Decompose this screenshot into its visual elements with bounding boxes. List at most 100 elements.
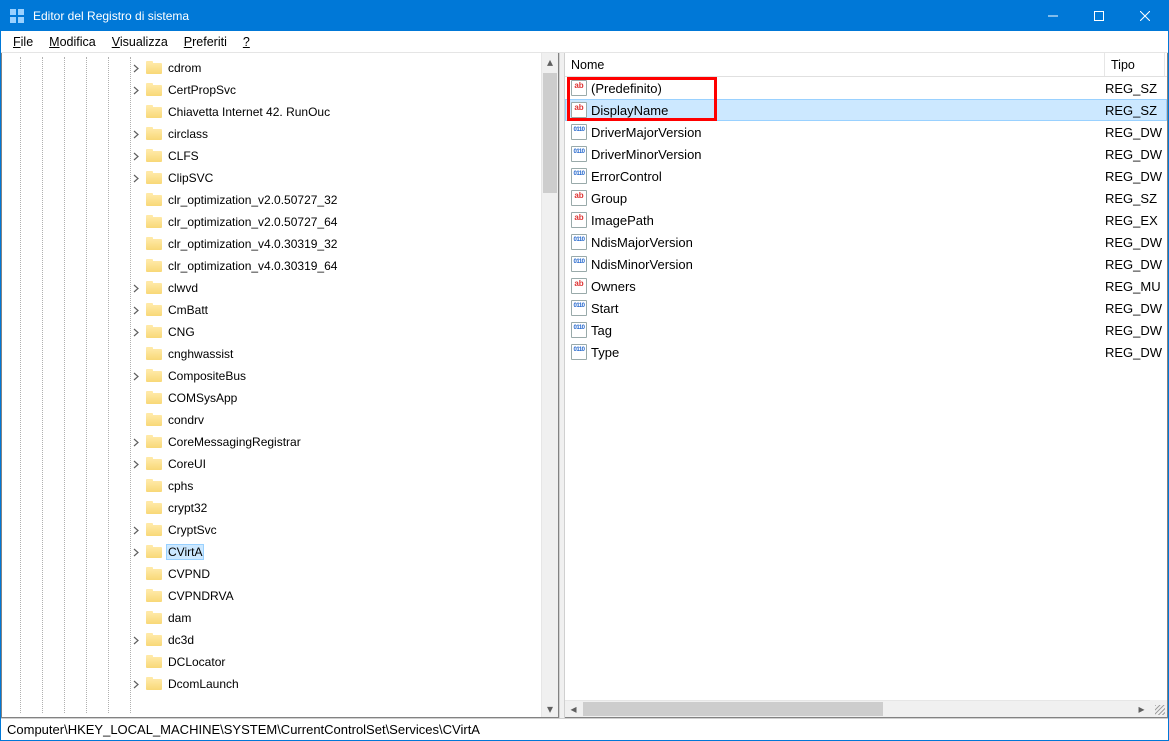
column-header[interactable]: Nome (565, 53, 1105, 76)
expander-icon[interactable] (130, 502, 142, 514)
expander-icon[interactable] (130, 656, 142, 668)
tree-item[interactable]: CVPNDRVA (2, 585, 558, 607)
tree-item[interactable]: cdrom (2, 57, 558, 79)
tree-item[interactable]: ClipSVC (2, 167, 558, 189)
list-row[interactable]: NdisMinorVersionREG_DW (565, 253, 1167, 275)
scroll-left-icon[interactable]: ◂ (565, 701, 582, 717)
expander-icon[interactable] (130, 634, 142, 646)
tree-item[interactable]: CNG (2, 321, 558, 343)
tree-item[interactable]: CVPND (2, 563, 558, 585)
tree-item[interactable]: CoreMessagingRegistrar (2, 431, 558, 453)
expander-icon[interactable] (130, 194, 142, 206)
expander-icon[interactable] (130, 524, 142, 536)
list-row[interactable]: DisplayNameREG_SZ (565, 99, 1167, 121)
tree-item[interactable]: CoreUI (2, 453, 558, 475)
tree-item[interactable]: clr_optimization_v4.0.30319_32 (2, 233, 558, 255)
tree-item[interactable]: crypt32 (2, 497, 558, 519)
expander-icon[interactable] (130, 304, 142, 316)
scroll-down-icon[interactable]: ▾ (542, 700, 558, 717)
expander-icon[interactable] (130, 216, 142, 228)
list-row[interactable]: TypeREG_DW (565, 341, 1167, 363)
tree-item[interactable]: CompositeBus (2, 365, 558, 387)
tree-item[interactable]: Chiavetta Internet 42. RunOuc (2, 101, 558, 123)
expander-icon[interactable] (130, 612, 142, 624)
list-row[interactable]: ErrorControlREG_DW (565, 165, 1167, 187)
expander-icon[interactable] (130, 678, 142, 690)
folder-icon (146, 435, 162, 449)
list-header[interactable]: NomeTipo (565, 53, 1167, 77)
expander-icon[interactable] (130, 172, 142, 184)
list-row[interactable]: (Predefinito)REG_SZ (565, 77, 1167, 99)
tree-item[interactable]: DCLocator (2, 651, 558, 673)
scrollbar-thumb[interactable] (583, 702, 883, 716)
expander-icon[interactable] (130, 128, 142, 140)
expander-icon[interactable] (130, 568, 142, 580)
tree-item[interactable]: CertPropSvc (2, 79, 558, 101)
expander-icon[interactable] (130, 458, 142, 470)
menu-preferiti[interactable]: Preferiti (176, 33, 235, 51)
expander-icon[interactable] (130, 590, 142, 602)
expander-icon[interactable] (130, 84, 142, 96)
menu-?[interactable]: ? (235, 33, 258, 51)
scrollbar-thumb[interactable] (543, 73, 557, 193)
scroll-right-icon[interactable]: ▸ (1133, 701, 1150, 717)
value-name: (Predefinito) (591, 81, 662, 96)
tree-item[interactable]: clwvd (2, 277, 558, 299)
expander-icon[interactable] (130, 348, 142, 360)
list-row[interactable]: StartREG_DW (565, 297, 1167, 319)
minimize-button[interactable] (1030, 1, 1076, 31)
expander-icon[interactable] (130, 414, 142, 426)
scroll-up-icon[interactable]: ▴ (542, 53, 558, 70)
expander-icon[interactable] (130, 62, 142, 74)
folder-icon (146, 105, 162, 119)
close-button[interactable] (1122, 1, 1168, 31)
tree-item-label: Chiavetta Internet 42. RunOuc (166, 105, 332, 119)
expander-icon[interactable] (130, 370, 142, 382)
expander-icon[interactable] (130, 480, 142, 492)
expander-icon[interactable] (130, 326, 142, 338)
expander-icon[interactable] (130, 150, 142, 162)
titlebar[interactable]: Editor del Registro di sistema (1, 1, 1168, 31)
menu-modifica[interactable]: Modifica (41, 33, 104, 51)
menu-file[interactable]: File (5, 33, 41, 51)
size-grip[interactable] (1150, 700, 1167, 717)
folder-icon (146, 215, 162, 229)
list-row[interactable]: GroupREG_SZ (565, 187, 1167, 209)
menu-visualizza[interactable]: Visualizza (104, 33, 176, 51)
horizontal-scrollbar[interactable]: ◂ ▸ (565, 700, 1150, 717)
column-header[interactable]: Tipo (1105, 53, 1165, 76)
list-row[interactable]: NdisMajorVersionREG_DW (565, 231, 1167, 253)
expander-icon[interactable] (130, 238, 142, 250)
vertical-scrollbar[interactable]: ▴ ▾ (541, 53, 558, 717)
tree-item[interactable]: clr_optimization_v2.0.50727_32 (2, 189, 558, 211)
tree-item[interactable]: condrv (2, 409, 558, 431)
tree-item[interactable]: CmBatt (2, 299, 558, 321)
list-row[interactable]: OwnersREG_MU (565, 275, 1167, 297)
list-row[interactable]: ImagePathREG_EX (565, 209, 1167, 231)
expander-icon[interactable] (130, 106, 142, 118)
tree-item[interactable]: dam (2, 607, 558, 629)
expander-icon[interactable] (130, 546, 142, 558)
tree-item[interactable]: clr_optimization_v4.0.30319_64 (2, 255, 558, 277)
tree-item[interactable]: cnghwassist (2, 343, 558, 365)
expander-icon[interactable] (130, 260, 142, 272)
list-row[interactable]: TagREG_DW (565, 319, 1167, 341)
tree-item[interactable]: CryptSvc (2, 519, 558, 541)
list-row[interactable]: DriverMinorVersionREG_DW (565, 143, 1167, 165)
value-type: REG_DW (1105, 323, 1165, 338)
maximize-button[interactable] (1076, 1, 1122, 31)
expander-icon[interactable] (130, 436, 142, 448)
expander-icon[interactable] (130, 392, 142, 404)
tree-view[interactable]: cdromCertPropSvc Chiavetta Internet 42. R… (2, 53, 558, 717)
tree-item[interactable]: circlass (2, 123, 558, 145)
tree-item[interactable]: dc3d (2, 629, 558, 651)
list-row[interactable]: DriverMajorVersionREG_DW (565, 121, 1167, 143)
expander-icon[interactable] (130, 282, 142, 294)
list-view[interactable]: (Predefinito)REG_SZDisplayNameREG_SZDriv… (565, 77, 1167, 717)
tree-item[interactable]: COMSysApp (2, 387, 558, 409)
tree-item[interactable]: clr_optimization_v2.0.50727_64 (2, 211, 558, 233)
tree-item[interactable]: CVirtA (2, 541, 558, 563)
tree-item[interactable]: DcomLaunch (2, 673, 558, 695)
tree-item[interactable]: CLFS (2, 145, 558, 167)
tree-item[interactable]: cphs (2, 475, 558, 497)
